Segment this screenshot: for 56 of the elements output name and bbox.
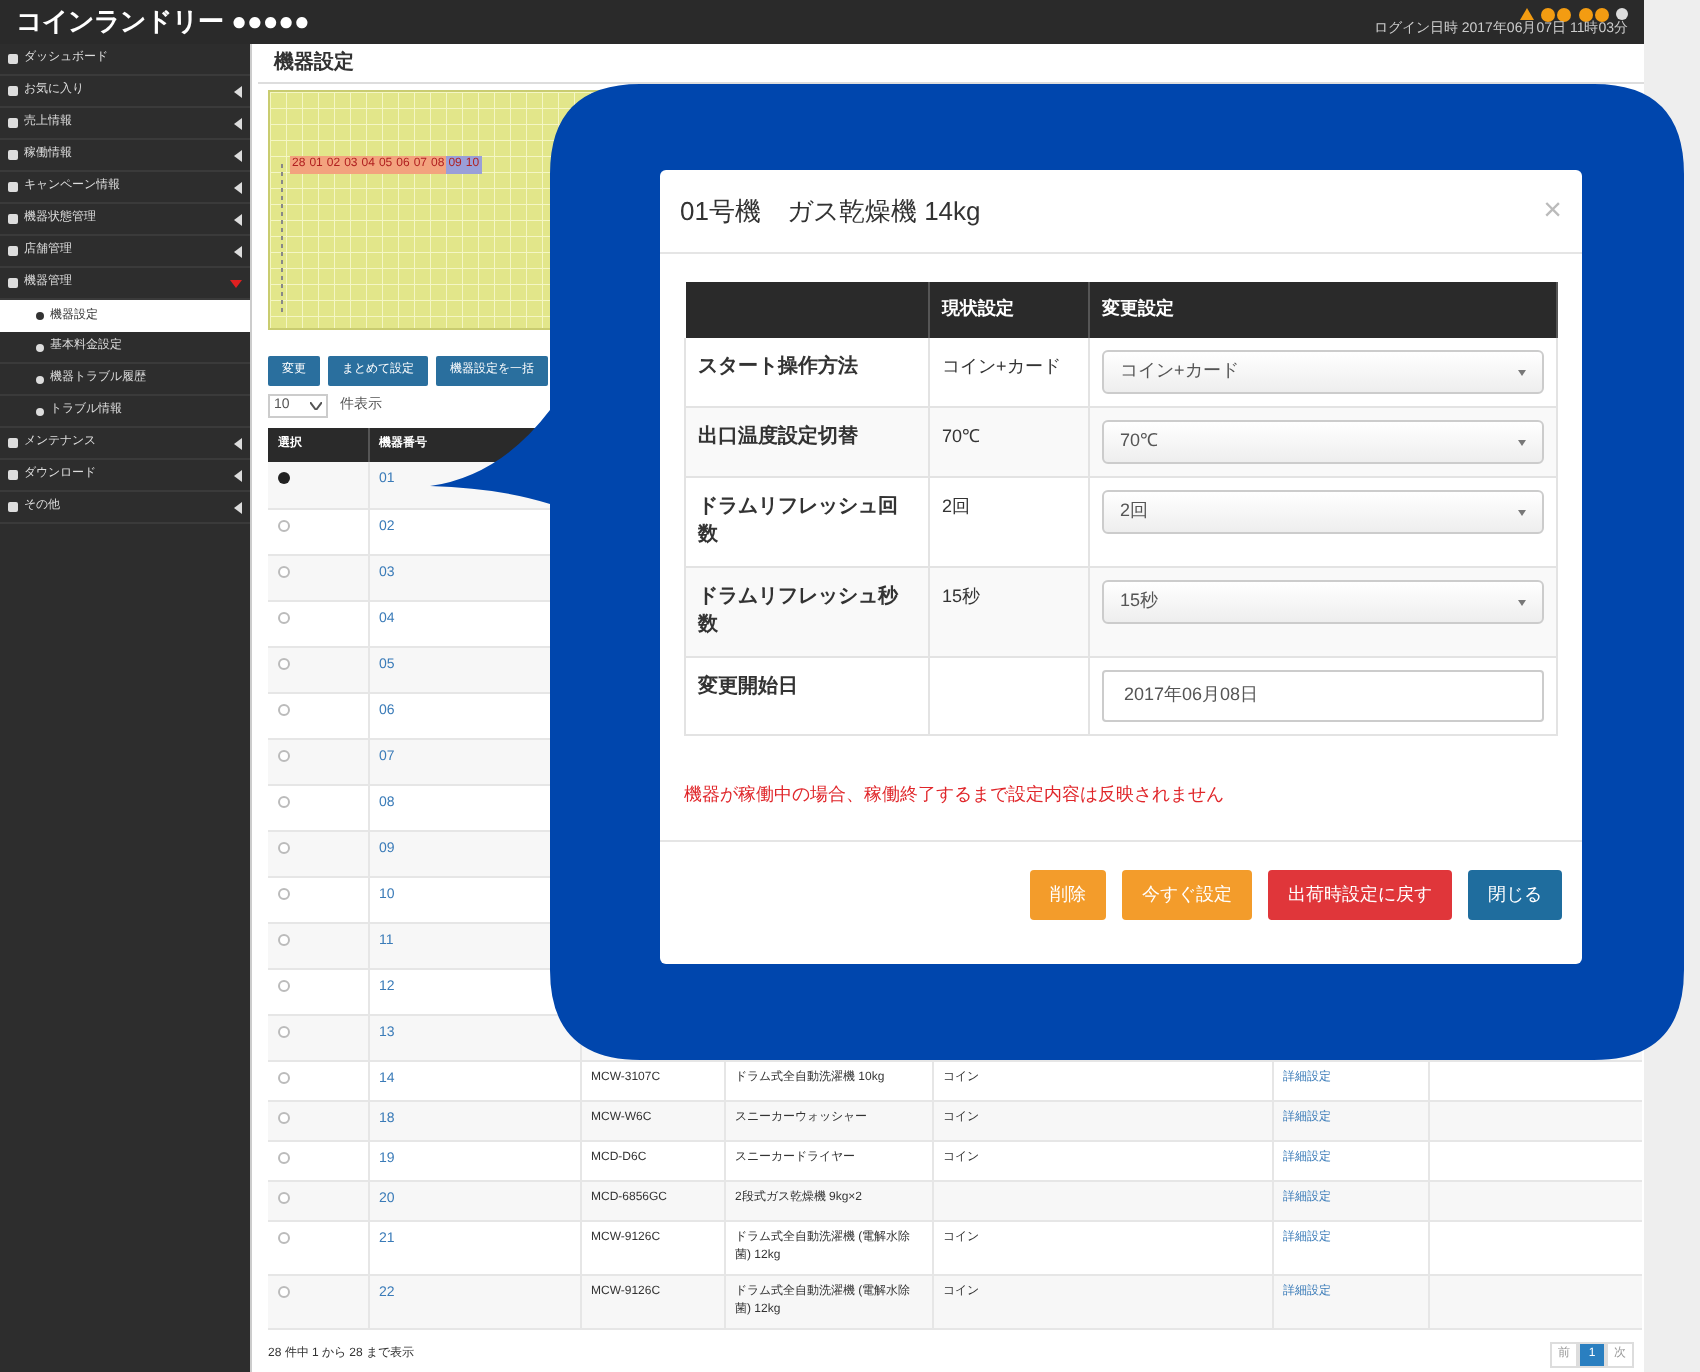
current-value: 70℃ — [942, 426, 981, 446]
menu-icon — [8, 118, 18, 128]
caret-down-icon — [1518, 599, 1526, 605]
caret-down-icon — [1518, 439, 1526, 445]
caret-down-icon — [1518, 369, 1526, 375]
caret-down-icon — [1518, 509, 1526, 515]
radio-button[interactable] — [278, 611, 290, 623]
radio-button[interactable] — [278, 1191, 290, 1203]
modal-title: 01号機 ガス乾燥機 14kg — [680, 193, 981, 230]
radio-button[interactable] — [278, 472, 290, 484]
menu-icon — [8, 54, 18, 64]
radio-button[interactable] — [278, 749, 290, 761]
menu-icon — [8, 214, 18, 224]
current-value: コイン+カード — [942, 356, 1061, 376]
radio-button[interactable] — [278, 657, 290, 669]
radio-button[interactable] — [278, 1151, 290, 1163]
radio-button[interactable] — [278, 565, 290, 577]
current-value: 15秒 — [942, 586, 981, 606]
warning-icon — [1520, 8, 1534, 20]
radio-button[interactable] — [278, 1231, 290, 1243]
menu-icon — [8, 150, 18, 160]
radio-button[interactable] — [278, 1071, 290, 1083]
dialog-button[interactable]: 出荷時設定に戻す — [1268, 870, 1452, 920]
radio-button[interactable] — [278, 1111, 290, 1123]
setting-select[interactable]: 2回 — [1102, 490, 1544, 534]
chevron-down-icon — [310, 402, 322, 410]
menu-icon — [8, 502, 18, 512]
radio-button[interactable] — [278, 795, 290, 807]
page-title: 機器設定 — [274, 48, 354, 78]
date-field[interactable]: 2017年06月08日 — [1102, 670, 1544, 722]
current-value: 2回 — [942, 496, 971, 516]
radio-button[interactable] — [278, 887, 290, 899]
radio-button[interactable] — [278, 979, 290, 991]
setting-select[interactable]: コイン+カード — [1102, 350, 1544, 394]
radio-button[interactable] — [278, 933, 290, 945]
app-title: コインランドリー ●●●●● — [16, 4, 310, 41]
menu-icon — [36, 375, 44, 383]
menu-icon — [8, 470, 18, 480]
menu-icon — [8, 278, 18, 288]
menu-icon — [8, 182, 18, 192]
setting-label: 変更開始日 — [685, 657, 929, 735]
radio-button[interactable] — [278, 703, 290, 715]
warning-note: 機器が稼働中の場合、稼働終了するまで設定内容は反映されません — [684, 784, 1224, 804]
radio-button[interactable] — [278, 1285, 290, 1297]
menu-icon — [8, 246, 18, 256]
setting-select[interactable]: 70℃ — [1102, 420, 1544, 464]
dialog-button[interactable]: 閉じる — [1468, 870, 1562, 920]
radio-button[interactable] — [278, 519, 290, 531]
menu-icon — [36, 407, 44, 415]
menu-icon — [8, 438, 18, 448]
setting-select[interactable]: 15秒 — [1102, 580, 1544, 624]
menu-icon — [36, 343, 44, 351]
menu-icon — [8, 86, 18, 96]
radio-button[interactable] — [278, 841, 290, 853]
menu-icon — [36, 312, 44, 320]
radio-button[interactable] — [278, 1025, 290, 1037]
